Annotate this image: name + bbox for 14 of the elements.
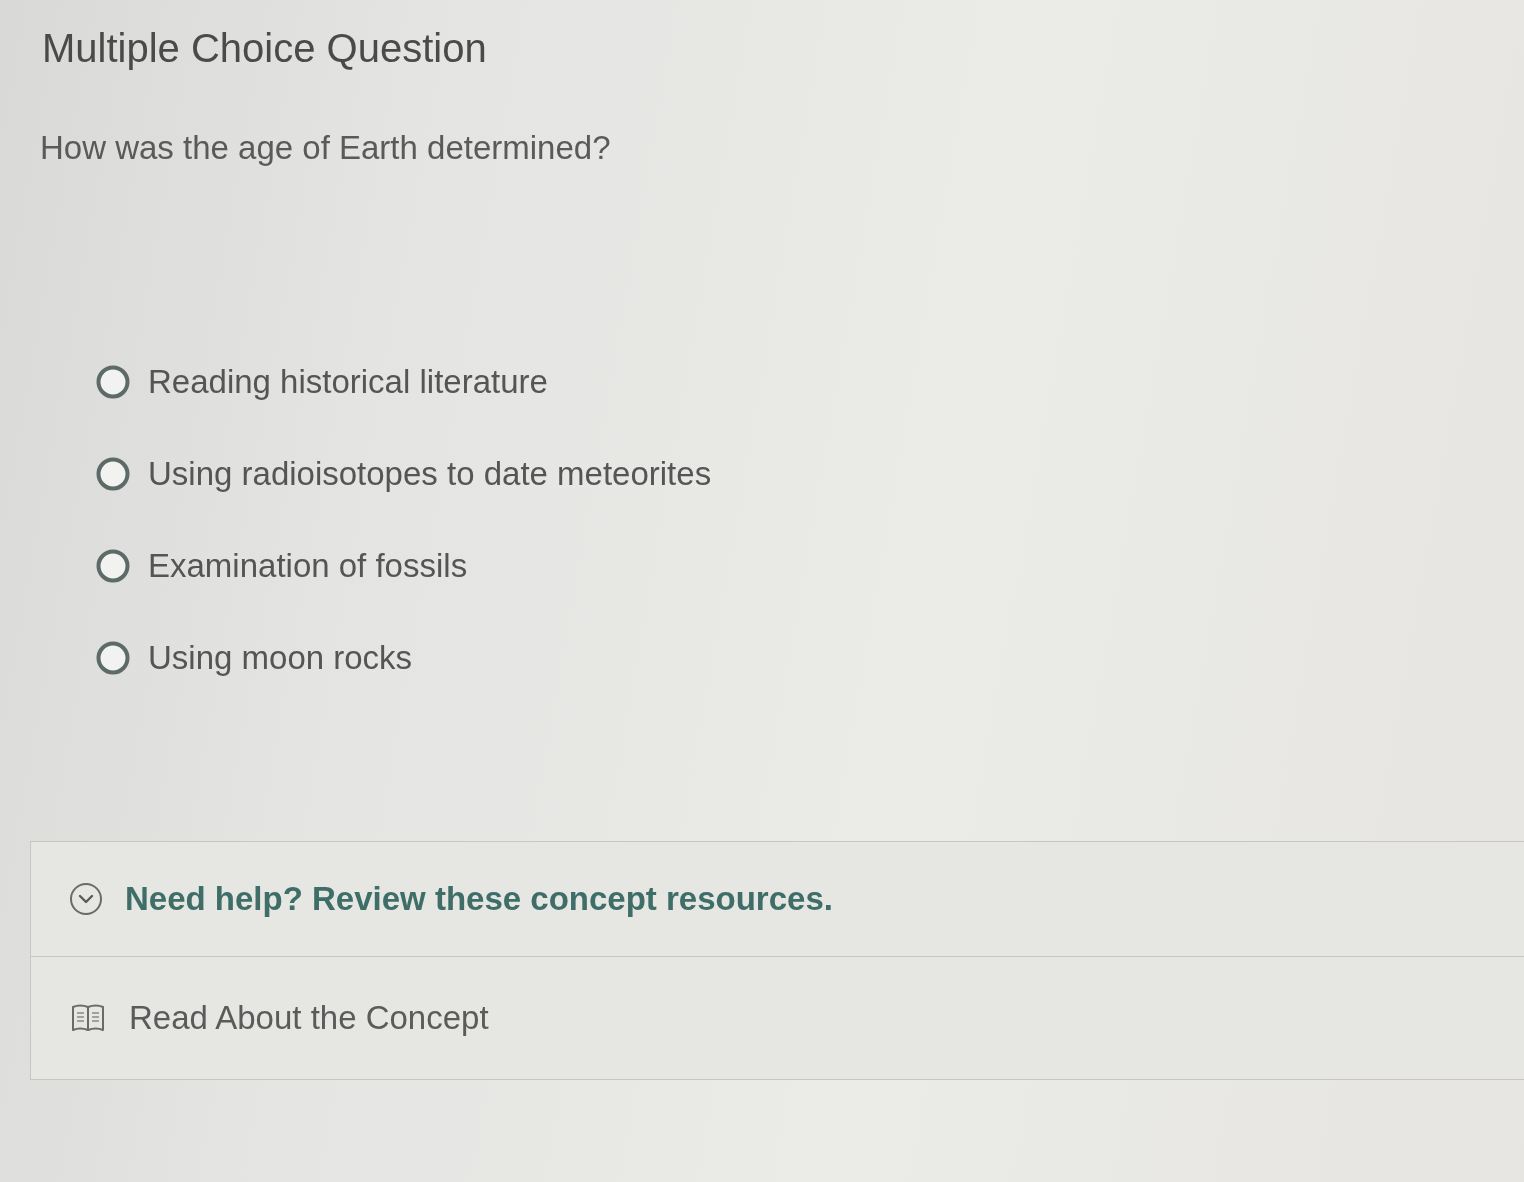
answer-option-label[interactable]: Examination of fossils bbox=[148, 546, 468, 586]
radio-button[interactable] bbox=[96, 365, 130, 399]
radio-button[interactable] bbox=[96, 457, 130, 491]
answer-option-label[interactable]: Reading historical literature bbox=[148, 362, 548, 402]
help-heading[interactable]: Need help? Review these concept resources. bbox=[125, 879, 833, 919]
question-text: How was the age of Earth determined? bbox=[40, 128, 611, 168]
answer-option-label[interactable]: Using moon rocks bbox=[148, 638, 413, 678]
answer-option-label[interactable]: Using radioisotopes to date meteorites bbox=[148, 454, 712, 494]
question-type-title: Multiple Choice Question bbox=[42, 25, 487, 72]
chevron-circle-icon[interactable] bbox=[69, 882, 103, 916]
book-icon bbox=[71, 1003, 105, 1033]
resource-link[interactable]: Read About the Concept bbox=[129, 998, 489, 1038]
radio-button[interactable] bbox=[96, 641, 130, 675]
radio-button[interactable] bbox=[96, 549, 130, 583]
